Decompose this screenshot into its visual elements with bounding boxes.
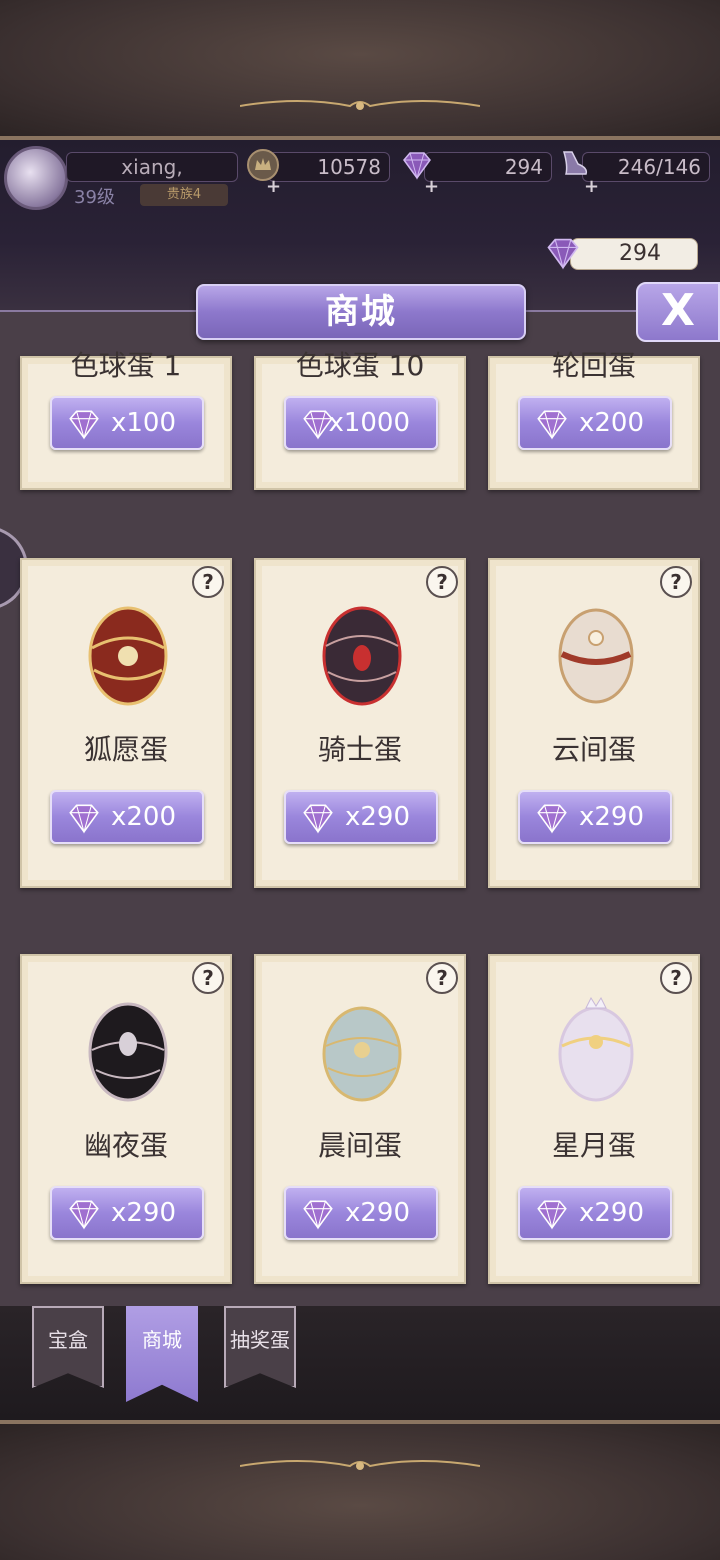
add-gold-icon[interactable]: + bbox=[266, 176, 281, 197]
shop-card-xingyue[interactable]: ? 星月蛋 x290 bbox=[488, 954, 700, 1284]
item-name: 色球蛋 10 bbox=[295, 349, 425, 382]
gold-counter: 10578 bbox=[268, 152, 390, 182]
price-label: x290 bbox=[110, 1198, 176, 1228]
shop-card: 轮回蛋 x200 bbox=[488, 349, 700, 490]
gem-icon bbox=[537, 410, 567, 440]
gem-balance-icon bbox=[547, 238, 579, 270]
player-name: xiang, bbox=[66, 152, 238, 182]
close-button[interactable]: X bbox=[636, 282, 720, 342]
shop-card-yunjian[interactable]: ? 云间蛋 x290 bbox=[488, 558, 700, 888]
tab-bar bbox=[0, 1306, 720, 1420]
buy-button[interactable]: x200 bbox=[518, 396, 672, 450]
avatar[interactable] bbox=[4, 146, 68, 210]
egg-icon bbox=[88, 1002, 168, 1102]
help-button[interactable]: ? bbox=[660, 566, 692, 598]
gem-counter: 294 bbox=[424, 152, 552, 182]
buy-button[interactable]: x290 bbox=[518, 790, 672, 844]
shoe-icon bbox=[563, 151, 588, 175]
egg-icon bbox=[88, 606, 168, 706]
shop-card-youye[interactable]: ? 幽夜蛋 x290 bbox=[20, 954, 232, 1284]
price-label: x200 bbox=[578, 408, 644, 438]
ornament-icon bbox=[240, 100, 480, 110]
buy-button[interactable]: x290 bbox=[50, 1186, 204, 1240]
price-label: x290 bbox=[578, 802, 644, 832]
item-name: 晨间蛋 bbox=[317, 1129, 402, 1162]
shop-title: 商城 bbox=[196, 284, 526, 340]
stamina-counter: 246/146 bbox=[582, 152, 710, 182]
price-label: x100 bbox=[110, 408, 176, 438]
gem-icon bbox=[303, 410, 333, 440]
price-label: x290 bbox=[344, 1198, 410, 1228]
add-stamina-icon[interactable]: + bbox=[584, 176, 599, 197]
price-label: x1000 bbox=[328, 408, 410, 438]
item-name: 狐愿蛋 bbox=[83, 733, 168, 766]
buy-button[interactable]: x1000 bbox=[284, 396, 438, 450]
egg-icon bbox=[558, 608, 634, 704]
gem-icon bbox=[303, 804, 333, 834]
buy-button[interactable]: x290 bbox=[284, 790, 438, 844]
help-button[interactable]: ? bbox=[192, 962, 224, 994]
gem-icon bbox=[537, 804, 567, 834]
help-button[interactable]: ? bbox=[426, 962, 458, 994]
item-name: 轮回蛋 bbox=[551, 349, 636, 382]
gem-icon bbox=[69, 1200, 99, 1230]
gem-icon bbox=[69, 410, 99, 440]
player-level: 39级 bbox=[74, 187, 115, 208]
bottom-ornament-frame bbox=[0, 1420, 720, 1560]
buy-button[interactable]: x290 bbox=[518, 1186, 672, 1240]
item-name: 云间蛋 bbox=[551, 733, 636, 766]
title-badge: 贵族4 bbox=[140, 184, 228, 206]
shop-card: 色球蛋 10 x1000 bbox=[254, 349, 466, 490]
egg-icon bbox=[322, 1006, 402, 1102]
add-gems-icon[interactable]: + bbox=[424, 176, 439, 197]
gem-icon bbox=[537, 1200, 567, 1230]
egg-icon bbox=[558, 996, 634, 1102]
help-button[interactable]: ? bbox=[192, 566, 224, 598]
shop-card-qishi[interactable]: ? 骑士蛋 x290 bbox=[254, 558, 466, 888]
gem-balance: 294 bbox=[570, 238, 698, 270]
price-label: x290 bbox=[578, 1198, 644, 1228]
buy-button[interactable]: x100 bbox=[50, 396, 204, 450]
shop-card: 色球蛋 1 x100 bbox=[20, 349, 232, 490]
shop-card-chenjian[interactable]: ? 晨间蛋 x290 bbox=[254, 954, 466, 1284]
shop-card-huyuan[interactable]: ? 狐愿蛋 x200 bbox=[20, 558, 232, 888]
egg-icon bbox=[322, 606, 402, 706]
help-button[interactable]: ? bbox=[660, 962, 692, 994]
item-name: 骑士蛋 bbox=[317, 733, 402, 766]
help-button[interactable]: ? bbox=[426, 566, 458, 598]
item-name: 幽夜蛋 bbox=[83, 1129, 168, 1162]
top-ornament-frame bbox=[0, 0, 720, 140]
gem-icon bbox=[69, 804, 99, 834]
ornament-icon bbox=[240, 1460, 480, 1470]
gem-icon bbox=[303, 1200, 333, 1230]
buy-button[interactable]: x200 bbox=[50, 790, 204, 844]
item-name: 色球蛋 1 bbox=[70, 349, 182, 382]
buy-button[interactable]: x290 bbox=[284, 1186, 438, 1240]
price-label: x290 bbox=[344, 802, 410, 832]
item-name: 星月蛋 bbox=[551, 1129, 636, 1162]
price-label: x200 bbox=[110, 802, 176, 832]
